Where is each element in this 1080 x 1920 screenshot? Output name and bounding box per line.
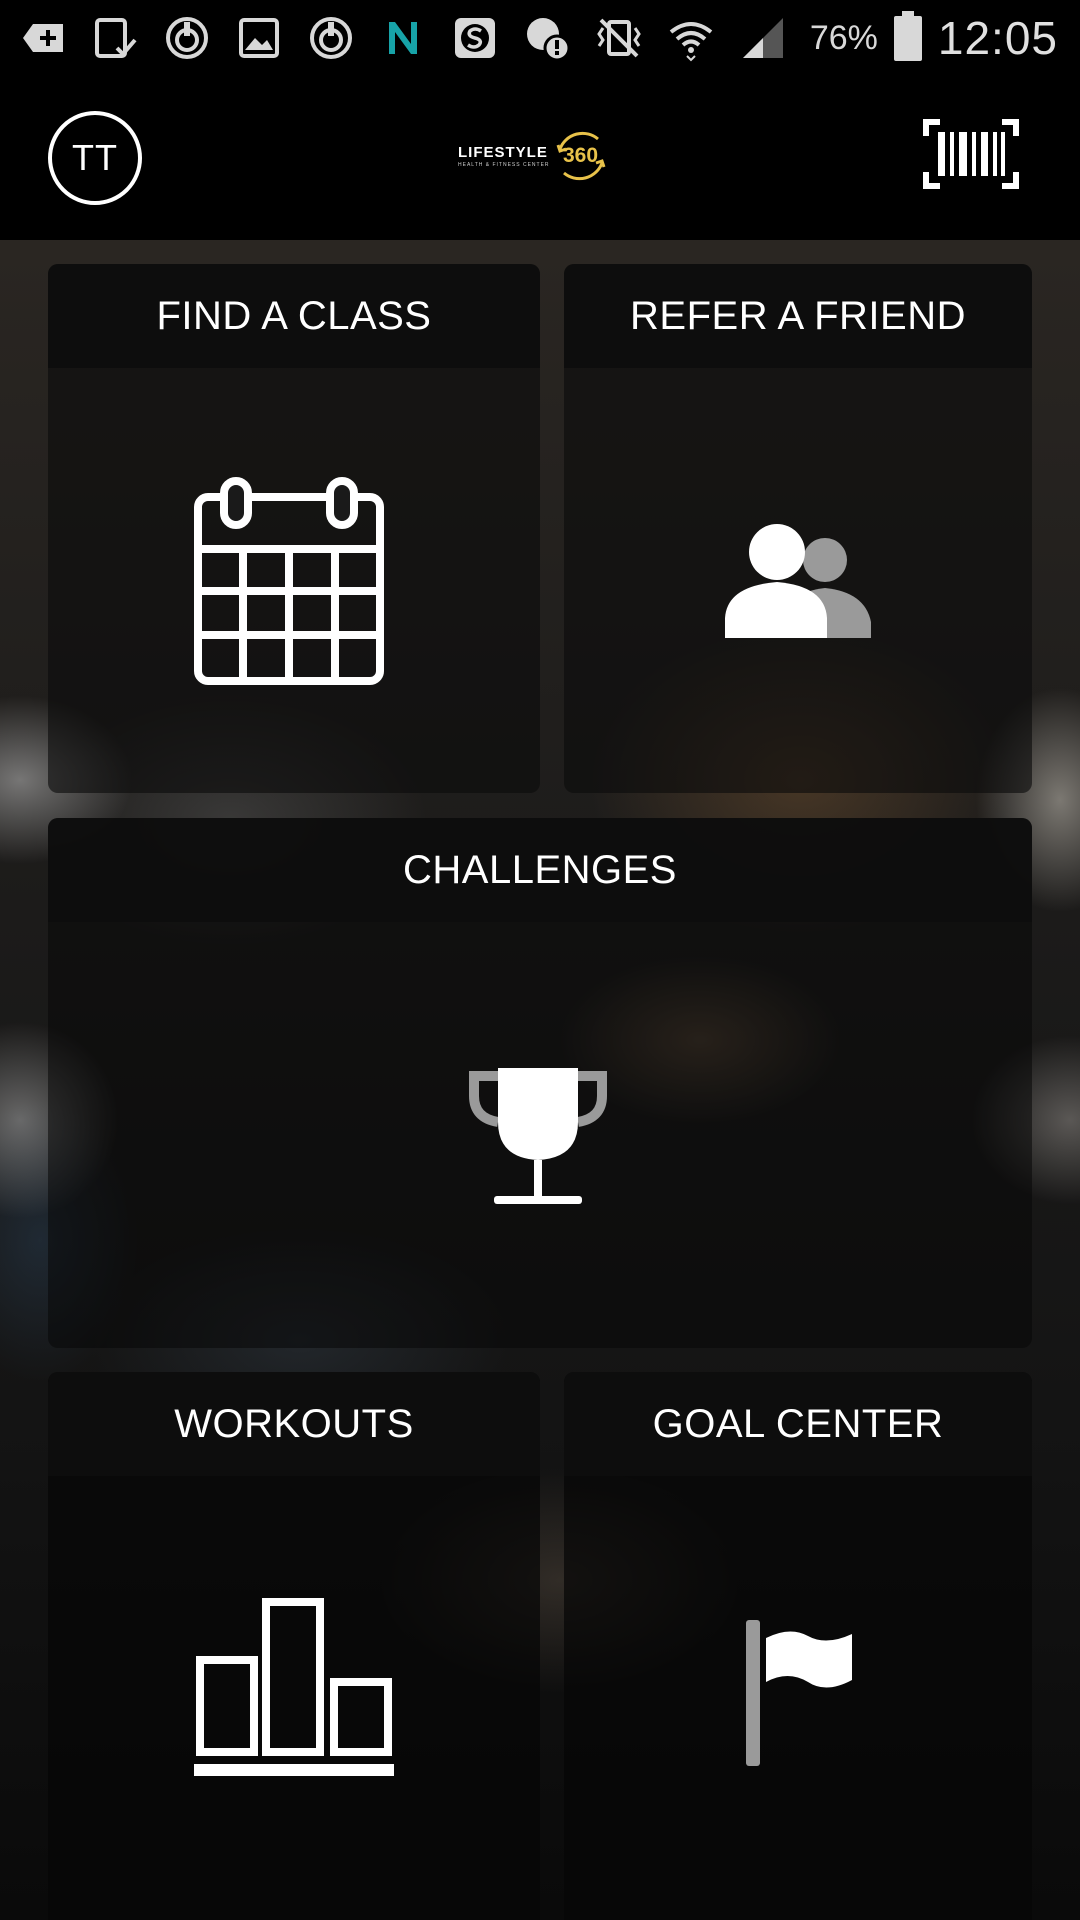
tile-title: FIND A CLASS <box>48 264 540 368</box>
image-icon <box>234 13 284 63</box>
tile-title: GOAL CENTER <box>564 1372 1032 1476</box>
bar-chart-icon <box>194 1598 394 1778</box>
battery-icon <box>893 10 922 66</box>
wifi-icon <box>666 13 716 63</box>
tile-goal-center[interactable]: GOAL CENTER <box>564 1372 1032 1920</box>
logo-badge: 360 <box>552 127 610 185</box>
add-box-icon <box>18 13 68 63</box>
battery-percentage: 76% <box>809 18 878 57</box>
n-letter-icon <box>378 13 428 63</box>
tile-find-a-class[interactable]: FIND A CLASS <box>48 264 540 793</box>
app-logo: LIFESTYLE HEALTH & FITNESS CENTER 360 <box>458 124 610 188</box>
vibrate-icon <box>594 13 644 63</box>
sync-circle-icon <box>162 13 212 63</box>
tile-workouts[interactable]: WORKOUTS <box>48 1372 540 1920</box>
status-right: 76% 12:05 <box>810 8 1058 68</box>
calendar-icon <box>194 477 384 685</box>
barcode-scan-icon[interactable] <box>922 118 1020 190</box>
avatar[interactable]: TT <box>48 111 142 205</box>
tile-title: WORKOUTS <box>48 1372 540 1476</box>
tablet-check-icon <box>90 13 140 63</box>
tile-title: REFER A FRIEND <box>564 264 1032 368</box>
notification-icons <box>18 8 788 68</box>
alert-circle-icon <box>522 13 572 63</box>
app-header: TT LIFESTYLE HEALTH & FITNESS CENTER 360 <box>0 76 1080 240</box>
s-square-icon <box>450 13 500 63</box>
status-bar: 76% 12:05 <box>0 0 1080 76</box>
sync-circle-icon <box>306 13 356 63</box>
logo-tagline: HEALTH & FITNESS CENTER <box>458 162 550 168</box>
logo-badge-number: 360 <box>563 144 599 167</box>
signal-icon <box>738 13 788 63</box>
logo-name: LIFESTYLE <box>458 144 548 161</box>
flag-icon <box>744 1618 854 1768</box>
tile-refer-a-friend[interactable]: REFER A FRIEND <box>564 264 1032 793</box>
clock: 12:05 <box>937 12 1058 64</box>
tile-title: CHALLENGES <box>48 818 1032 922</box>
home-screen: 76% 12:05 TT LIFESTYLE HEALTH & FITNESS … <box>0 0 1080 1920</box>
tile-challenges[interactable]: CHALLENGES <box>48 818 1032 1348</box>
people-icon <box>725 522 873 638</box>
trophy-icon <box>468 1066 608 1206</box>
